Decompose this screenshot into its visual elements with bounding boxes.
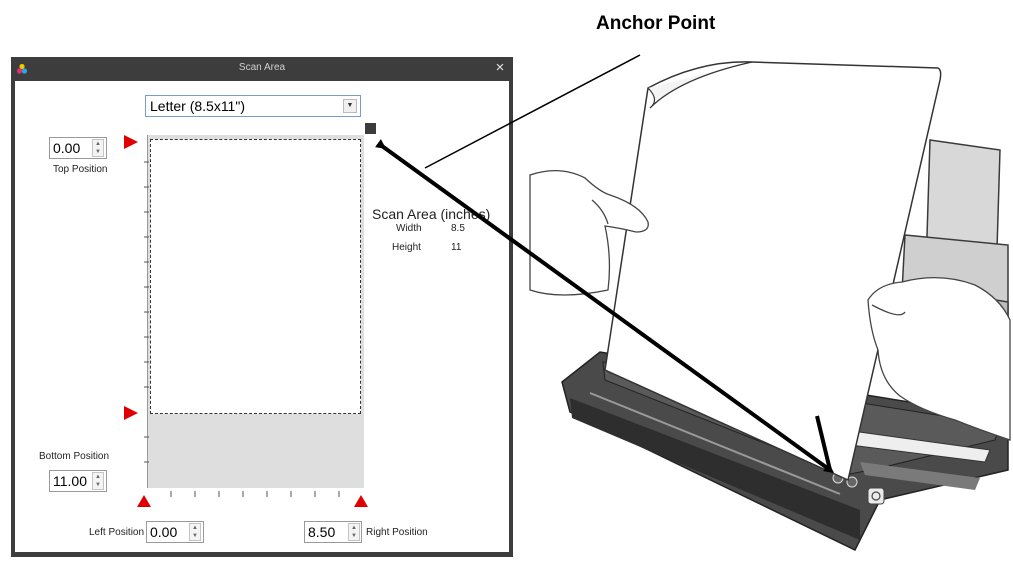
scanner-illustration [375, 54, 1011, 551]
anchor-point-leader-line [424, 54, 641, 169]
